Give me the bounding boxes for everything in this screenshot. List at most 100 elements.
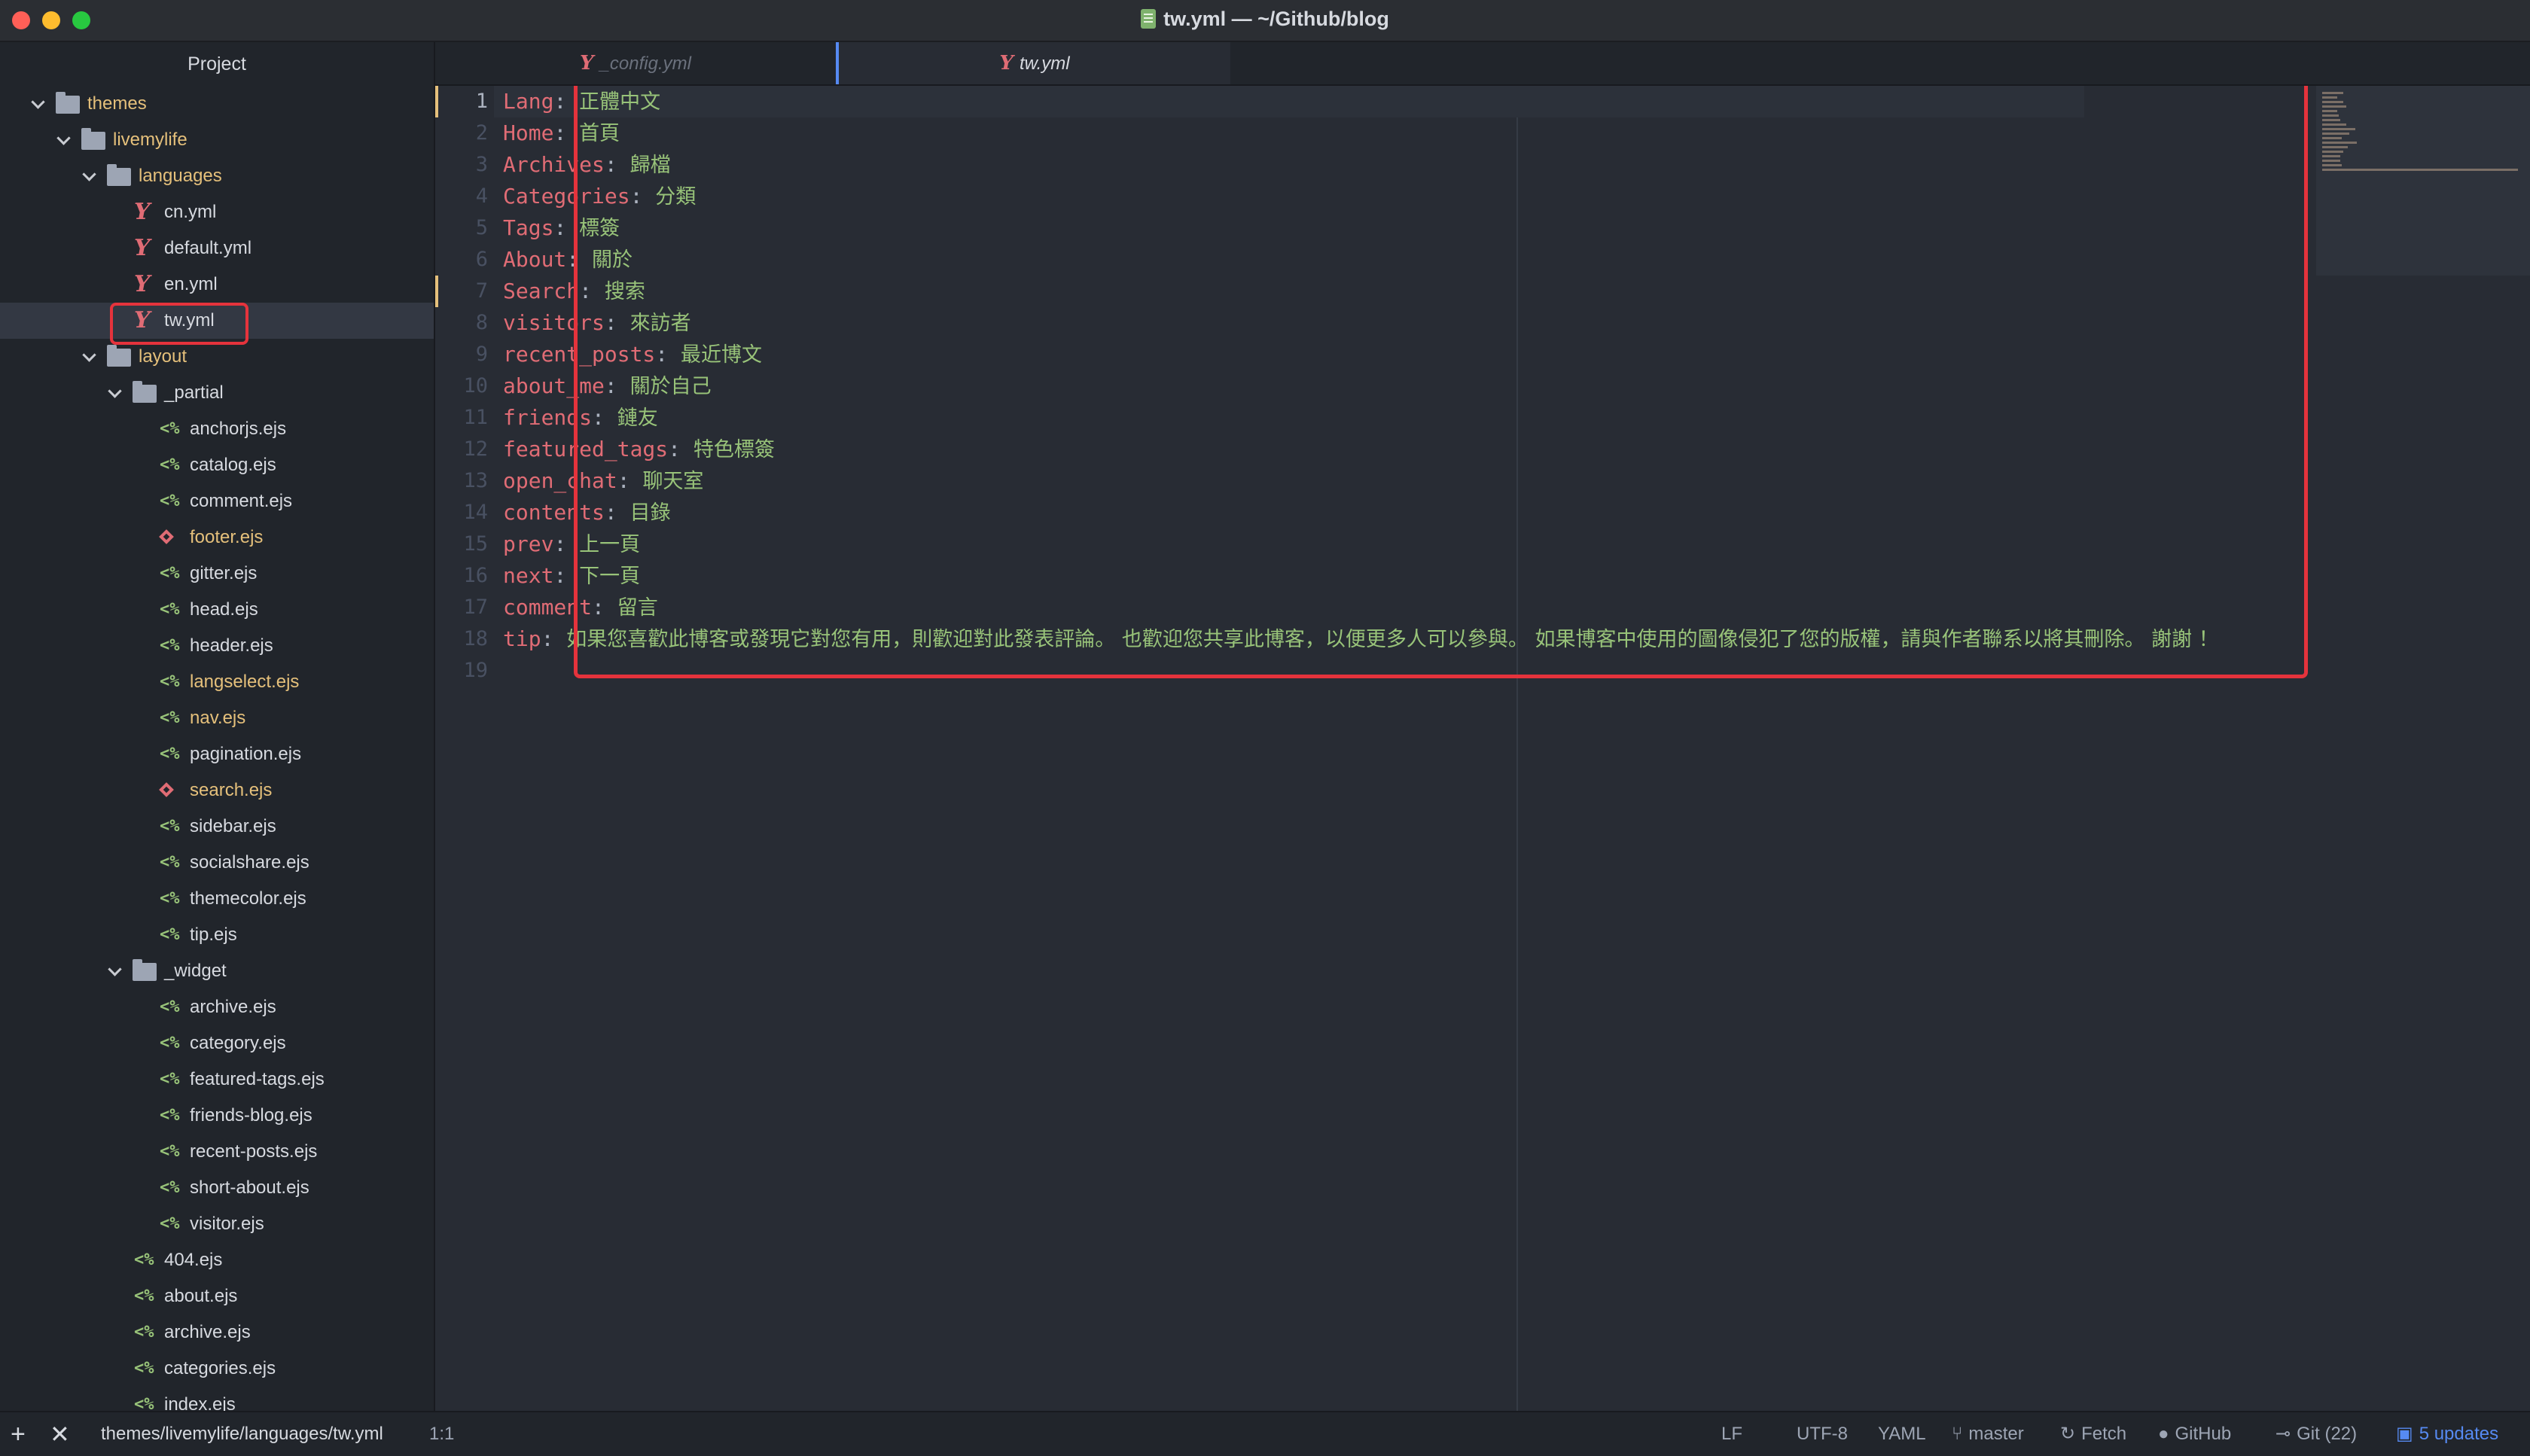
tree-file[interactable]: <% sidebar.ejs bbox=[0, 809, 434, 845]
tree-item-label: anchorjs.ejs bbox=[190, 419, 287, 439]
tree-file[interactable]: <% index.ejs bbox=[0, 1387, 434, 1411]
line-number: 1 bbox=[475, 90, 488, 113]
tree-file[interactable]: <% head.ejs bbox=[0, 592, 434, 628]
tree-file[interactable]: footer.ejs bbox=[0, 519, 434, 556]
yaml-colon: : bbox=[553, 563, 580, 588]
add-icon[interactable]: + bbox=[11, 1412, 26, 1456]
line-number: 13 bbox=[463, 469, 488, 492]
tree-file[interactable]: <% socialshare.ejs bbox=[0, 845, 434, 881]
git-button[interactable]: ⊸ Git (22) bbox=[2275, 1412, 2357, 1456]
ejs-icon: <% bbox=[160, 1106, 180, 1125]
line-number: 15 bbox=[463, 532, 488, 556]
tree-folder[interactable]: languages bbox=[0, 158, 434, 194]
tree-folder[interactable]: livemylife bbox=[0, 122, 434, 158]
tree-file[interactable]: <% category.ejs bbox=[0, 1025, 434, 1062]
minimap-line bbox=[2322, 155, 2340, 157]
cursor-position[interactable]: 1:1 bbox=[429, 1412, 454, 1456]
yaml-key: Archives bbox=[503, 152, 605, 177]
yaml-colon: : bbox=[604, 310, 630, 335]
tree-file[interactable]: <% friends-blog.ejs bbox=[0, 1098, 434, 1134]
branch-label: master bbox=[1968, 1424, 2024, 1444]
tree-file[interactable]: Ytw.yml bbox=[0, 303, 434, 339]
github-button[interactable]: ● GitHub bbox=[2158, 1412, 2231, 1456]
chevron-down-icon[interactable] bbox=[107, 375, 122, 411]
minimap[interactable] bbox=[2316, 86, 2530, 276]
code-line: Categories: 分類 bbox=[503, 181, 696, 212]
tree-file[interactable]: search.ejs bbox=[0, 772, 434, 809]
tree-file[interactable]: <% visitor.ejs bbox=[0, 1206, 434, 1242]
tree-file[interactable]: <% themecolor.ejs bbox=[0, 881, 434, 917]
file-path[interactable]: themes/livemylife/languages/tw.yml bbox=[101, 1412, 383, 1456]
grammar-selector[interactable]: YAML bbox=[1878, 1412, 1926, 1456]
tree-item-label: about.ejs bbox=[164, 1286, 238, 1306]
yaml-colon: : bbox=[604, 373, 630, 398]
tree-item-label: themes bbox=[87, 93, 147, 114]
tree-file[interactable]: <% short-about.ejs bbox=[0, 1170, 434, 1206]
tab-tw-yml[interactable]: Ytw.yml bbox=[836, 42, 1230, 84]
tree-file[interactable]: <% comment.ejs bbox=[0, 483, 434, 519]
tree-file[interactable]: <% nav.ejs bbox=[0, 700, 434, 736]
minimap-line bbox=[2322, 119, 2340, 121]
tree-file[interactable]: <% tip.ejs bbox=[0, 917, 434, 953]
tree-file[interactable]: <% header.ejs bbox=[0, 628, 434, 664]
line-number: 7 bbox=[475, 279, 488, 303]
tree-file[interactable]: <% 404.ejs bbox=[0, 1242, 434, 1278]
yaml-value: 如果您喜歡此博客或發現它對您有用，則歡迎對此發表評論。 也歡迎您共享此博客，以便… bbox=[566, 628, 2219, 651]
tree-item-label: nav.ejs bbox=[190, 708, 246, 728]
tree-file[interactable]: <% gitter.ejs bbox=[0, 556, 434, 592]
minimap-line bbox=[2322, 169, 2518, 171]
line-number: 16 bbox=[463, 564, 488, 587]
line-ending-selector[interactable]: LF bbox=[1721, 1412, 1742, 1456]
yaml-colon: : bbox=[668, 437, 693, 461]
tree-folder[interactable]: _widget bbox=[0, 953, 434, 989]
tree-item-label: layout bbox=[139, 346, 187, 367]
git-modified-marker bbox=[435, 276, 438, 307]
chevron-down-icon[interactable] bbox=[56, 122, 71, 158]
chevron-down-icon[interactable] bbox=[81, 158, 96, 194]
branch-selector[interactable]: ⑂ master bbox=[1952, 1412, 2024, 1456]
tree-file[interactable]: <% recent-posts.ejs bbox=[0, 1134, 434, 1170]
minimap-line bbox=[2322, 110, 2337, 112]
tree-file[interactable]: <% catalog.ejs bbox=[0, 447, 434, 483]
tree-file[interactable]: <% about.ejs bbox=[0, 1278, 434, 1314]
line-number: 3 bbox=[475, 153, 488, 176]
tree-file[interactable]: <% archive.ejs bbox=[0, 1314, 434, 1351]
yaml-icon: Y bbox=[134, 199, 151, 225]
tree-file[interactable]: <% categories.ejs bbox=[0, 1351, 434, 1387]
encoding-selector[interactable]: UTF-8 bbox=[1797, 1412, 1848, 1456]
git-modified-marker bbox=[435, 86, 438, 117]
yaml-colon: : bbox=[566, 247, 593, 272]
yaml-value: 正體中文 bbox=[579, 90, 661, 114]
tree-item-label: langselect.ejs bbox=[190, 672, 300, 692]
chevron-down-icon[interactable] bbox=[30, 86, 45, 122]
tree-file[interactable]: <% langselect.ejs bbox=[0, 664, 434, 700]
tree-file[interactable]: <% archive.ejs bbox=[0, 989, 434, 1025]
ejs-icon: <% bbox=[160, 853, 180, 872]
tree-file[interactable]: Ydefault.yml bbox=[0, 230, 434, 267]
code-editor[interactable]: 1 2 3 4 5 6 7 8 9 10 11 12 13 14 15 16 17 18 19 Lang: 正體中文… bbox=[435, 86, 2530, 1411]
ejs-icon: <% bbox=[160, 817, 180, 836]
chevron-down-icon[interactable] bbox=[107, 953, 122, 989]
tree-item-label: friends-blog.ejs bbox=[190, 1105, 312, 1126]
updates-button[interactable]: ▣ 5 updates bbox=[2396, 1412, 2498, 1456]
tree-folder[interactable]: _partial bbox=[0, 375, 434, 411]
git-commit-icon: ⊸ bbox=[2275, 1424, 2291, 1444]
chevron-down-icon[interactable] bbox=[81, 339, 96, 375]
tree-file[interactable]: <% pagination.ejs bbox=[0, 736, 434, 772]
code-line: comment: 留言 bbox=[503, 592, 658, 623]
tree-file[interactable]: Ycn.yml bbox=[0, 194, 434, 230]
tree-folder[interactable]: layout bbox=[0, 339, 434, 375]
minimap-line bbox=[2322, 114, 2339, 117]
tree-file[interactable]: <% featured-tags.ejs bbox=[0, 1062, 434, 1098]
fetch-button[interactable]: ↻ Fetch bbox=[2060, 1412, 2126, 1456]
tree-file[interactable]: <% anchorjs.ejs bbox=[0, 411, 434, 447]
tab-config-yml[interactable]: Y _config.yml bbox=[435, 42, 836, 84]
yaml-key: about_me bbox=[503, 373, 605, 398]
close-icon[interactable]: ✕ bbox=[50, 1412, 70, 1456]
ejs-icon: <% bbox=[160, 1178, 180, 1197]
tree-item-label: en.yml bbox=[164, 274, 218, 294]
tree-folder[interactable]: themes bbox=[0, 86, 434, 122]
title-bar: tw.yml — ~/Github/blog bbox=[0, 0, 2530, 42]
minimap-line bbox=[2322, 128, 2355, 130]
tree-file[interactable]: Yen.yml bbox=[0, 267, 434, 303]
